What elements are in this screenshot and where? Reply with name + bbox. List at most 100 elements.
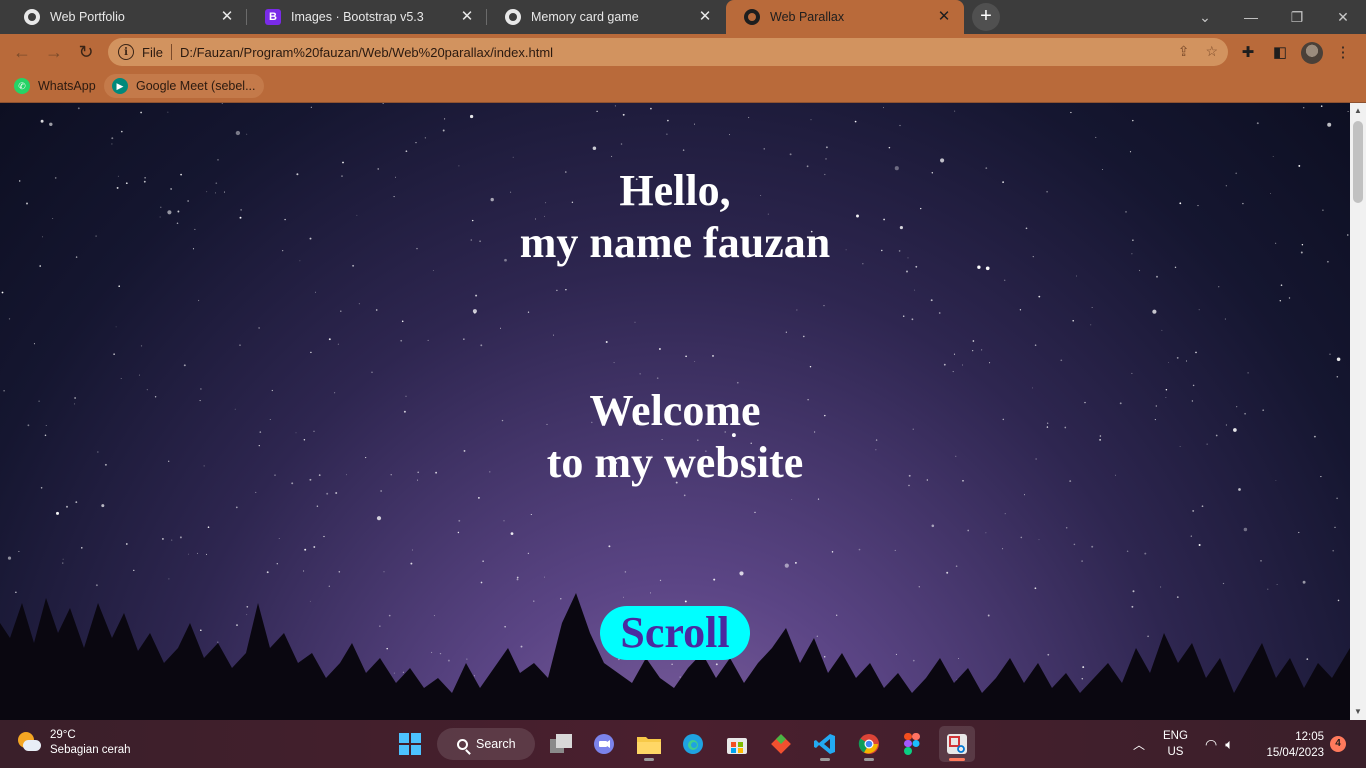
clock-date: 15/04/2023 — [1266, 747, 1324, 759]
tab-memory-card-game[interactable]: Memory card game ✕ — [487, 0, 725, 34]
greeting-line-2: my name fauzan — [519, 218, 831, 267]
tab-title: Web Parallax — [770, 10, 845, 24]
weather-description: Sebagian cerah — [50, 744, 131, 756]
snipping-tool-icon — [947, 734, 967, 754]
share-icon[interactable]: ⇪ — [1178, 43, 1190, 60]
close-icon[interactable]: ✕ — [936, 9, 952, 25]
bootstrap-icon: B — [265, 9, 281, 25]
task-view-button[interactable] — [543, 726, 579, 762]
extensions-puzzle-icon[interactable]: ✚ — [1238, 42, 1258, 62]
bookmark-label: Google Meet (sebel... — [136, 79, 256, 93]
tab-title: Images · Bootstrap v5.3 — [291, 10, 424, 24]
tab-web-portfolio[interactable]: Web Portfolio ✕ — [6, 0, 247, 34]
windows-taskbar: 29°C Sebagian cerah Search ︿ ENG US ◠ 🔈︎… — [0, 720, 1366, 768]
running-indicator — [949, 758, 965, 761]
microsoft-store-button[interactable] — [719, 726, 755, 762]
bookmarks-bar: ✆ WhatsApp ▶ Google Meet (sebel... — [0, 70, 1366, 103]
figma-icon — [904, 733, 920, 755]
reload-button[interactable]: ↻ — [72, 38, 100, 66]
back-button[interactable]: ← — [8, 38, 36, 66]
git-icon — [771, 734, 791, 754]
bookmark-google-meet[interactable]: ▶ Google Meet (sebel... — [104, 74, 264, 98]
running-indicator — [864, 758, 874, 761]
teams-chat-button[interactable] — [586, 726, 622, 762]
quick-settings[interactable]: ◠ 🔈︎ — [1205, 720, 1234, 768]
menu-kebab-icon[interactable]: ⋮ — [1333, 42, 1353, 62]
weather-widget[interactable]: 29°C Sebagian cerah — [16, 728, 131, 758]
teams-chat-icon — [594, 734, 614, 754]
chrome-button[interactable] — [851, 726, 887, 762]
language-code: ENG — [1163, 730, 1188, 742]
tab-title: Web Portfolio — [50, 10, 125, 24]
welcome-line-1: Welcome — [589, 386, 761, 435]
close-icon[interactable]: ✕ — [697, 9, 713, 25]
figma-button[interactable] — [894, 726, 930, 762]
chrome-icon — [858, 734, 879, 754]
google-meet-icon: ▶ — [112, 78, 128, 94]
notification-badge[interactable]: 4 — [1330, 736, 1346, 752]
bookmark-star-icon[interactable]: ☆ — [1205, 43, 1218, 60]
page-scrollbar[interactable]: ▲ ▼ — [1350, 103, 1366, 720]
tab-search-chevron-icon[interactable]: ⌄ — [1182, 0, 1228, 34]
edge-icon — [683, 734, 703, 754]
store-icon — [727, 738, 747, 754]
address-bar[interactable]: i File D:/Fauzan/Program%20fauzan/Web/We… — [108, 38, 1228, 66]
close-window-button[interactable]: ✕ — [1320, 0, 1366, 34]
search-label: Search — [476, 737, 516, 751]
restore-button[interactable]: ❐ — [1274, 0, 1320, 34]
close-icon[interactable]: ✕ — [219, 9, 235, 25]
scroll-down-arrow-icon[interactable]: ▼ — [1350, 704, 1366, 720]
url-text[interactable]: D:/Fauzan/Program%20fauzan/Web/Web%20par… — [180, 45, 553, 60]
volume-icon: 🔈︎ — [1225, 735, 1234, 752]
tab-strip: Web Portfolio ✕ B Images · Bootstrap v5.… — [0, 0, 1366, 34]
side-panel-icon[interactable]: ◧ — [1270, 42, 1290, 62]
welcome-line-2: to my website — [546, 438, 804, 487]
greeting-line-1: Hello, — [619, 166, 731, 215]
close-icon[interactable]: ✕ — [459, 9, 475, 25]
info-icon[interactable]: i — [118, 44, 134, 60]
page-viewport: Hello, my name fauzan Welcome to my webs… — [0, 103, 1350, 720]
tab-images-bootstrap[interactable]: B Images · Bootstrap v5.3 ✕ — [247, 0, 487, 34]
new-tab-button[interactable]: + — [972, 3, 1000, 31]
minimize-button[interactable]: — — [1228, 0, 1274, 34]
browser-toolbar: ← → ↻ i File D:/Fauzan/Program%20fauzan/… — [0, 34, 1366, 70]
globe-icon — [505, 9, 521, 25]
vscode-icon — [814, 734, 835, 754]
bookmark-whatsapp[interactable]: ✆ WhatsApp — [6, 74, 104, 98]
forward-button[interactable]: → — [40, 38, 68, 66]
search-icon — [457, 738, 468, 750]
wifi-icon: ◠ — [1205, 735, 1218, 752]
folder-icon — [637, 737, 661, 754]
keyboard-region: US — [1167, 746, 1184, 758]
partly-sunny-icon — [16, 730, 42, 756]
language-indicator[interactable]: ENG US — [1163, 720, 1188, 768]
windows-logo-icon — [399, 733, 421, 755]
snipping-tool-button[interactable] — [939, 726, 975, 762]
weather-temperature: 29°C — [50, 729, 76, 741]
globe-icon — [24, 9, 40, 25]
edge-browser-button[interactable] — [675, 726, 711, 762]
clock-time: 12:05 — [1295, 731, 1324, 743]
profile-avatar[interactable] — [1301, 42, 1323, 64]
divider — [170, 44, 172, 60]
taskbar-search[interactable]: Search — [437, 728, 535, 760]
tab-title: Memory card game — [531, 10, 639, 24]
scheme-label: File — [142, 44, 163, 60]
bookmark-label: WhatsApp — [38, 79, 96, 93]
windows-start-button[interactable] — [392, 726, 428, 762]
git-app-button[interactable] — [763, 726, 799, 762]
address-bar-actions: ⇪ ☆ — [1178, 43, 1218, 60]
vscode-button[interactable] — [807, 726, 843, 762]
scrollbar-thumb[interactable] — [1353, 121, 1363, 203]
system-clock[interactable]: 12:05 15/04/2023 — [1258, 729, 1324, 761]
globe-icon — [744, 9, 760, 25]
scroll-up-arrow-icon[interactable]: ▲ — [1350, 103, 1366, 119]
task-view-icon — [550, 734, 572, 753]
file-explorer-button[interactable] — [631, 726, 667, 762]
show-hidden-icons-chevron[interactable]: ︿ — [1133, 720, 1145, 768]
tab-web-parallax[interactable]: Web Parallax ✕ — [726, 0, 964, 34]
whatsapp-icon: ✆ — [14, 78, 30, 94]
scroll-button[interactable]: Scroll — [600, 606, 750, 660]
running-indicator — [820, 758, 830, 761]
running-indicator — [644, 758, 654, 761]
